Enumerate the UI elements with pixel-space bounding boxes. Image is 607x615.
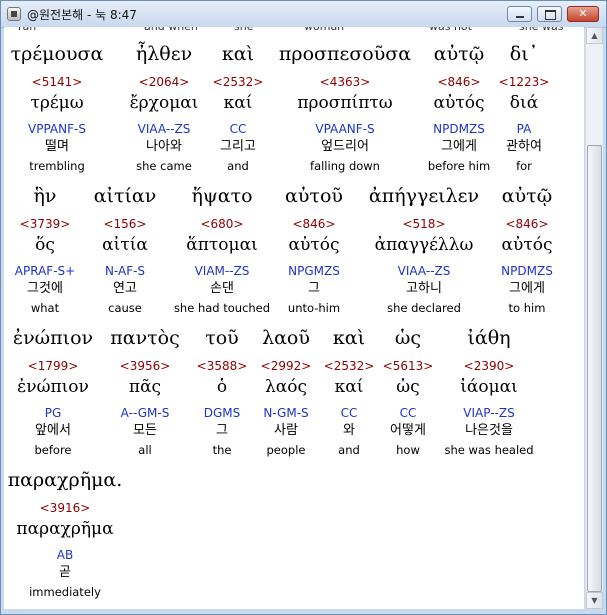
title-bar[interactable]: @원전본해 - 눅 8:47 ✕ [1,1,606,28]
word-lemma: ἰάομαι [460,377,518,397]
word-korean: 곧 [59,565,71,580]
word-strong[interactable]: <3916> [4,501,135,515]
window-title: @원전본해 - 눅 8:47 [27,8,137,22]
word-lemma: διά [509,93,539,113]
word-greek: ἰάθη [467,327,511,349]
clipped-gloss: woman [304,27,344,33]
word-lemma: αὐτός [501,235,553,255]
interlinear-text-area[interactable]: ranand whenshewomanwas notshe was τρέμου… [4,27,584,609]
word-greek: δι᾽ [509,43,539,65]
word-korean: 나은것을 [465,423,513,438]
word-korean: 관하여 [506,139,542,154]
clipped-gloss: ran [18,27,36,33]
word-english: she was healed [444,443,534,457]
scrollbar-thumb[interactable] [587,145,602,592]
close-button[interactable]: ✕ [567,6,599,22]
word-english: immediately [29,585,101,599]
word-strong[interactable]: <846> [457,217,584,231]
scroll-up-icon[interactable]: ▲ [586,27,603,44]
clipped-gloss: was not [429,27,472,33]
scroll-down-icon[interactable]: ▼ [586,592,603,609]
clipped-gloss: she was [519,27,563,33]
maximize-button[interactable] [537,6,562,22]
word-korean: 그에게 [509,281,545,296]
word-english: to him [508,301,546,315]
maximize-icon [545,10,556,20]
app-icon[interactable] [7,7,21,21]
word-strong[interactable]: <1223> [454,75,584,89]
word-greek: αὐτῷ [501,185,553,207]
word-english: for [516,159,532,173]
word-greek: παραχρῆμα. [7,469,123,491]
minimize-icon [516,16,524,18]
word-parse: VIAP--ZS [463,406,515,420]
word-lemma: παραχρῆμα [16,519,114,539]
word-strong[interactable]: <2390> [419,359,559,373]
clipped-gloss: she [234,27,253,33]
minimize-button[interactable] [507,6,532,22]
word-parse: PA [516,122,532,136]
clipped-gloss: and when [144,27,198,33]
close-icon: ✕ [578,7,588,20]
word-parse: NPDMZS [501,264,553,278]
vertical-scrollbar[interactable]: ▲ ▼ [585,27,603,609]
word-parse: AB [56,548,74,562]
